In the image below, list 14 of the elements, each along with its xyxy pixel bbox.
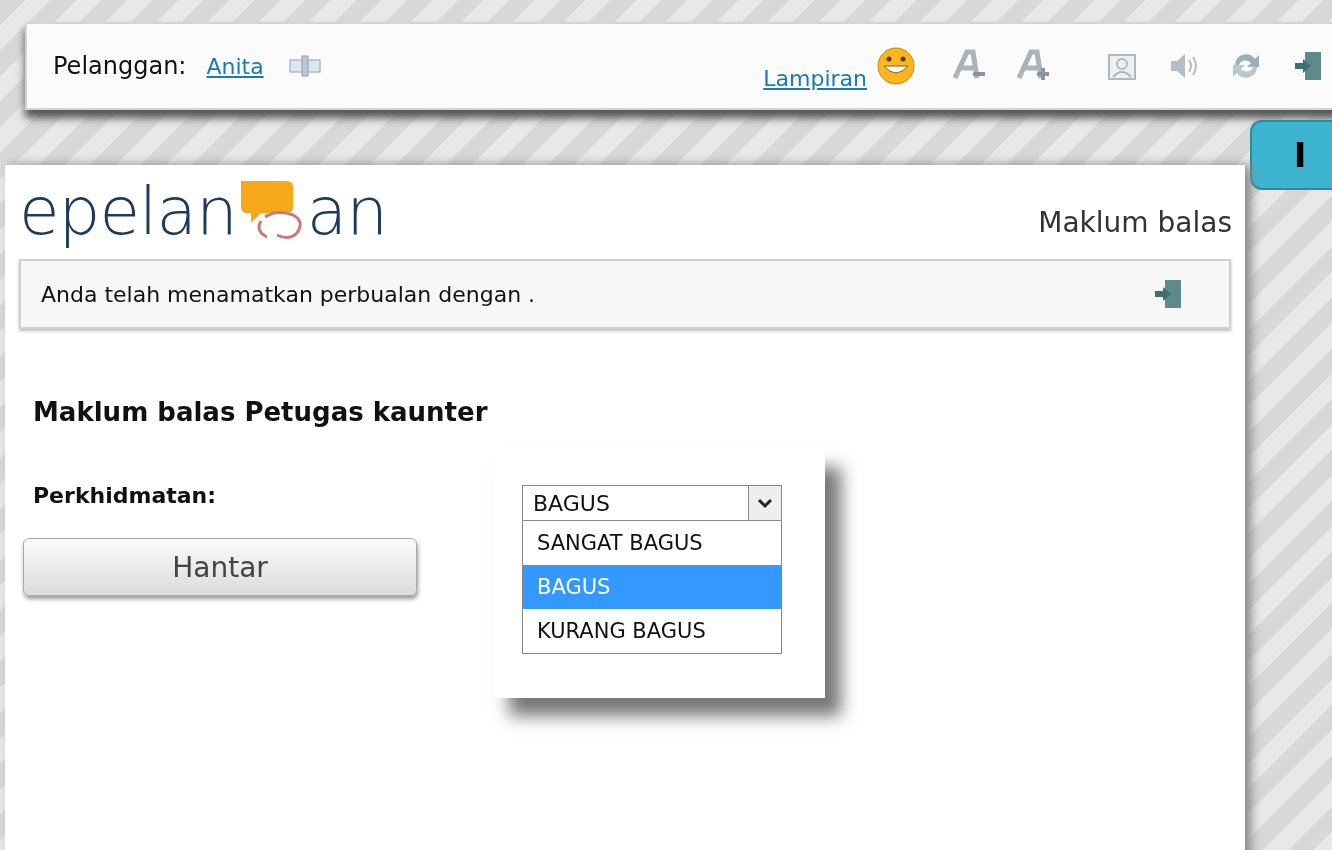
- attachment-link[interactable]: Lampiran: [763, 65, 867, 91]
- section-title: Maklum balas Petugas kaunter: [33, 397, 489, 427]
- smiley-icon[interactable]: [875, 46, 917, 86]
- callout-bubble: I: [1250, 120, 1332, 190]
- page-title: Maklum balas: [1038, 206, 1232, 239]
- dropdown-option[interactable]: SANGAT BAGUS: [523, 521, 781, 565]
- field-label: Perkhidmatan:: [33, 483, 217, 508]
- notice-text: Anda telah menamatkan perbualan dengan .: [41, 281, 536, 307]
- customer-label: Pelanggan:: [53, 52, 187, 80]
- rating-select[interactable]: BAGUS: [522, 485, 782, 521]
- dropdown-option[interactable]: KURANG BAGUS: [523, 609, 781, 653]
- submit-button[interactable]: Hantar: [23, 538, 417, 596]
- customer-link[interactable]: Anita: [206, 53, 264, 79]
- transfer-icon[interactable]: [287, 54, 322, 78]
